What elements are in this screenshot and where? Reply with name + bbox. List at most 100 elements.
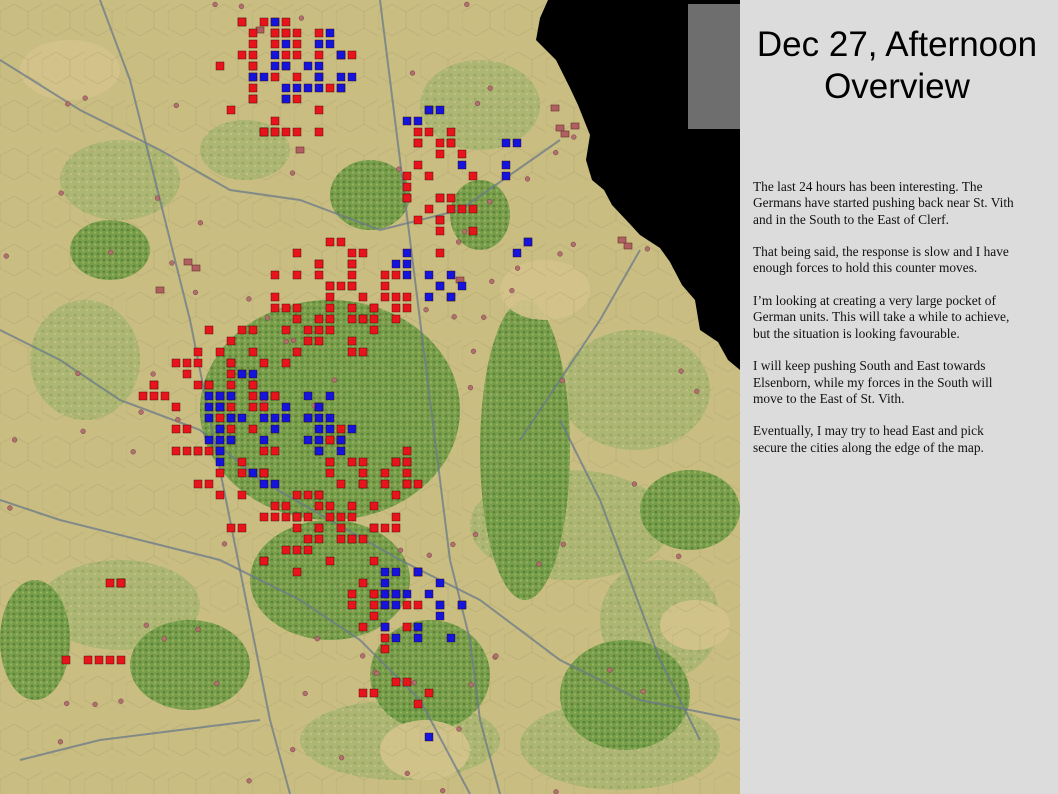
german-unit[interactable] — [380, 622, 390, 632]
allied-unit[interactable] — [358, 534, 368, 544]
german-unit[interactable] — [292, 83, 302, 93]
allied-unit[interactable] — [347, 347, 357, 357]
german-unit[interactable] — [347, 72, 357, 82]
allied-unit[interactable] — [270, 270, 280, 280]
allied-unit[interactable] — [314, 314, 324, 324]
allied-unit[interactable] — [105, 578, 115, 588]
german-unit[interactable] — [259, 435, 269, 445]
allied-unit[interactable] — [292, 303, 302, 313]
allied-unit[interactable] — [347, 314, 357, 324]
allied-unit[interactable] — [402, 171, 412, 181]
allied-unit[interactable] — [457, 204, 467, 214]
allied-unit[interactable] — [237, 490, 247, 500]
allied-unit[interactable] — [369, 600, 379, 610]
allied-unit[interactable] — [83, 655, 93, 665]
german-unit[interactable] — [501, 138, 511, 148]
allied-unit[interactable] — [182, 369, 192, 379]
allied-unit[interactable] — [215, 61, 225, 71]
allied-unit[interactable] — [105, 655, 115, 665]
allied-unit[interactable] — [468, 171, 478, 181]
allied-unit[interactable] — [413, 600, 423, 610]
allied-unit[interactable] — [182, 446, 192, 456]
german-unit[interactable] — [413, 633, 423, 643]
allied-unit[interactable] — [358, 688, 368, 698]
allied-unit[interactable] — [292, 567, 302, 577]
allied-unit[interactable] — [314, 28, 324, 38]
allied-unit[interactable] — [193, 479, 203, 489]
german-unit[interactable] — [391, 633, 401, 643]
allied-unit[interactable] — [292, 94, 302, 104]
german-unit[interactable] — [413, 116, 423, 126]
german-unit[interactable] — [259, 479, 269, 489]
allied-unit[interactable] — [259, 468, 269, 478]
allied-unit[interactable] — [204, 446, 214, 456]
allied-unit[interactable] — [248, 39, 258, 49]
allied-unit[interactable] — [446, 193, 456, 203]
allied-unit[interactable] — [248, 94, 258, 104]
allied-unit[interactable] — [292, 270, 302, 280]
german-unit[interactable] — [435, 611, 445, 621]
german-unit[interactable] — [314, 435, 324, 445]
allied-unit[interactable] — [336, 534, 346, 544]
german-unit[interactable] — [435, 281, 445, 291]
allied-unit[interactable] — [336, 479, 346, 489]
allied-unit[interactable] — [94, 655, 104, 665]
allied-unit[interactable] — [380, 479, 390, 489]
allied-unit[interactable] — [303, 325, 313, 335]
allied-unit[interactable] — [314, 270, 324, 280]
allied-unit[interactable] — [292, 72, 302, 82]
german-unit[interactable] — [325, 413, 335, 423]
german-unit[interactable] — [215, 457, 225, 467]
allied-unit[interactable] — [380, 270, 390, 280]
allied-unit[interactable] — [435, 138, 445, 148]
allied-unit[interactable] — [259, 17, 269, 27]
allied-unit[interactable] — [314, 534, 324, 544]
german-unit[interactable] — [435, 578, 445, 588]
allied-unit[interactable] — [347, 281, 357, 291]
allied-unit[interactable] — [325, 512, 335, 522]
allied-unit[interactable] — [391, 314, 401, 324]
allied-unit[interactable] — [468, 226, 478, 236]
allied-unit[interactable] — [369, 314, 379, 324]
allied-unit[interactable] — [215, 347, 225, 357]
allied-unit[interactable] — [248, 347, 258, 357]
allied-unit[interactable] — [347, 600, 357, 610]
allied-unit[interactable] — [402, 600, 412, 610]
allied-unit[interactable] — [347, 336, 357, 346]
allied-unit[interactable] — [325, 435, 335, 445]
allied-unit[interactable] — [171, 402, 181, 412]
german-unit[interactable] — [446, 292, 456, 302]
allied-unit[interactable] — [314, 50, 324, 60]
german-unit[interactable] — [281, 39, 291, 49]
allied-unit[interactable] — [259, 358, 269, 368]
german-unit[interactable] — [424, 292, 434, 302]
allied-unit[interactable] — [292, 50, 302, 60]
german-unit[interactable] — [391, 259, 401, 269]
german-unit[interactable] — [380, 567, 390, 577]
german-unit[interactable] — [248, 369, 258, 379]
allied-unit[interactable] — [149, 391, 159, 401]
german-unit[interactable] — [336, 83, 346, 93]
german-unit[interactable] — [424, 270, 434, 280]
allied-unit[interactable] — [446, 204, 456, 214]
allied-unit[interactable] — [171, 446, 181, 456]
allied-unit[interactable] — [424, 127, 434, 137]
allied-unit[interactable] — [413, 699, 423, 709]
german-unit[interactable] — [457, 281, 467, 291]
allied-unit[interactable] — [204, 325, 214, 335]
allied-unit[interactable] — [226, 336, 236, 346]
allied-unit[interactable] — [446, 138, 456, 148]
german-unit[interactable] — [314, 424, 324, 434]
allied-unit[interactable] — [182, 358, 192, 368]
allied-unit[interactable] — [248, 28, 258, 38]
german-unit[interactable] — [402, 259, 412, 269]
german-unit[interactable] — [413, 622, 423, 632]
allied-unit[interactable] — [248, 61, 258, 71]
allied-unit[interactable] — [314, 127, 324, 137]
allied-unit[interactable] — [457, 149, 467, 159]
allied-unit[interactable] — [281, 358, 291, 368]
allied-unit[interactable] — [413, 479, 423, 489]
allied-unit[interactable] — [226, 358, 236, 368]
allied-unit[interactable] — [259, 512, 269, 522]
german-unit[interactable] — [314, 83, 324, 93]
